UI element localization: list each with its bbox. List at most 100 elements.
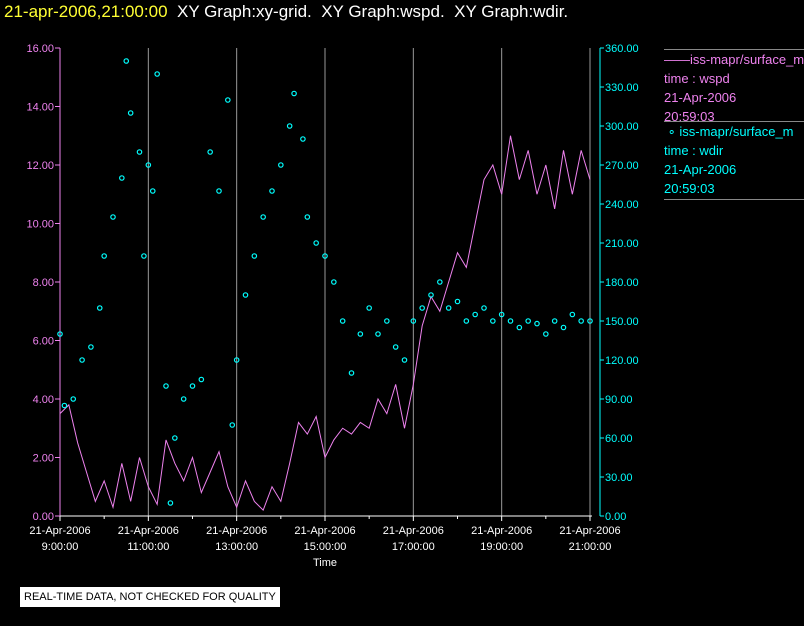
y-tick-label-right: 270.00 <box>605 160 639 172</box>
series-wdir-point <box>300 136 306 142</box>
y-tick-label-left: 0.00 <box>33 511 54 523</box>
series-wdir-point <box>251 253 258 259</box>
x-axis-label: Time <box>313 557 337 569</box>
series-wdir-point <box>149 188 156 194</box>
series-wdir-point <box>331 279 337 285</box>
series-wdir-point <box>189 383 196 389</box>
legend-field: time : wspd <box>664 71 730 86</box>
y-tick-label-right: 120.00 <box>605 355 639 367</box>
series-wdir-point <box>445 305 452 311</box>
x-tick-label-time: 11:00:00 <box>127 541 169 553</box>
x-tick-label-time: 13:00:00 <box>215 541 258 553</box>
series-wdir-point <box>543 331 549 337</box>
series-wdir-point <box>463 318 470 324</box>
series-wdir-point <box>472 311 478 318</box>
series-wdir-point <box>216 188 222 194</box>
x-tick-label-date: 21-Apr-2006 <box>206 525 267 537</box>
series-wdir-point <box>313 240 319 246</box>
series-wdir-point <box>516 324 523 331</box>
series-wdir-point <box>401 357 408 363</box>
circle-marker-icon: ∘ <box>664 124 680 139</box>
y-tick-label-right: 360.00 <box>605 43 639 55</box>
series-wdir-point <box>119 175 125 181</box>
legend-wdir: ∘ iss-mapr/surface_m time : wdir 21-Apr-… <box>664 121 804 200</box>
series-wdir-point <box>154 71 160 77</box>
y-tick-label-right: 180.00 <box>605 277 639 289</box>
legend-series-name: iss-mapr/surface_m <box>679 124 794 139</box>
series-wdir-point <box>384 318 390 324</box>
legend-wspd: ——iss-mapr/surface_m time : wspd 21-Apr-… <box>664 49 804 126</box>
x-tick-label-date: 21-Apr-2006 <box>294 525 355 537</box>
series-wdir-point <box>167 500 174 506</box>
series-wdir-point <box>172 435 178 441</box>
y-tick-label-left: 10.00 <box>26 219 54 231</box>
series-wdir-point <box>578 318 584 324</box>
series-wdir-point <box>229 422 236 428</box>
series-wdir-point <box>88 344 94 350</box>
series-wdir-point <box>198 376 205 383</box>
series-wdir-point <box>348 370 355 376</box>
y-tick-label-left: 8.00 <box>33 277 54 289</box>
legend-date: 21-Apr-2006 <box>664 90 737 105</box>
series-wdir-point <box>357 331 364 337</box>
series-wdir-point <box>110 214 116 220</box>
series-wdir-point <box>481 305 487 311</box>
y-tick-label-right: 60.00 <box>605 433 633 445</box>
y-tick-label-right: 240.00 <box>605 199 639 211</box>
series-wdir-point <box>291 90 297 97</box>
series-wdir-point <box>304 214 311 220</box>
y-tick-label-right: 300.00 <box>605 121 639 133</box>
x-tick-label-date: 21-Apr-2006 <box>383 525 444 537</box>
y-tick-label-left: 14.00 <box>26 102 54 114</box>
x-tick-label-time: 19:00:00 <box>480 541 523 553</box>
y-tick-label-left: 6.00 <box>33 336 54 348</box>
series-wdir-point <box>180 396 187 402</box>
series-wdir-point <box>123 58 130 64</box>
y-tick-label-right: 30.00 <box>605 472 633 484</box>
quality-note: REAL-TIME DATA, NOT CHECKED FOR QUALITY <box>20 587 280 607</box>
series-wdir-point <box>375 331 381 337</box>
y-tick-label-right: 330.00 <box>605 82 639 94</box>
y-tick-label-left: 2.00 <box>33 453 54 465</box>
series-wdir-point <box>551 318 558 324</box>
series-wdir-point <box>560 324 567 331</box>
series-wdir-point <box>163 383 169 389</box>
series-wdir-point <box>260 214 266 220</box>
series-wdir-point <box>507 318 514 324</box>
series-wdir-point <box>269 188 275 194</box>
series-wdir-point <box>101 253 107 259</box>
series-wdir-point <box>286 123 293 129</box>
y-tick-label-right: 210.00 <box>605 238 639 250</box>
series-wdir-point <box>278 162 284 168</box>
series-wdir-point <box>141 253 147 259</box>
x-tick-label-date: 21-Apr-2006 <box>471 525 532 537</box>
legend-field: time : wdir <box>664 143 724 158</box>
x-tick-label-date: 21-Apr-2006 <box>118 525 179 537</box>
series-wdir-point <box>525 318 531 324</box>
series-wdir-point <box>61 402 68 409</box>
series-wdir-point <box>136 149 143 155</box>
line-marker-icon: —— <box>664 52 690 67</box>
series-wdir-point <box>437 279 443 285</box>
series-wdir-point <box>96 305 103 311</box>
y-tick-label-left: 4.00 <box>33 394 54 406</box>
series-wdir-point <box>454 298 461 305</box>
series-wdir-point <box>534 320 540 327</box>
y-tick-label-left: 12.00 <box>26 160 54 172</box>
series-wdir-point <box>225 97 231 103</box>
legend-time: 20:59:03 <box>664 181 715 196</box>
x-tick-label-time: 17:00:00 <box>392 541 435 553</box>
series-wdir-point <box>366 305 372 311</box>
series-wdir-point <box>127 110 134 116</box>
series-wdir-point <box>419 305 425 311</box>
series-wdir-point <box>207 149 213 155</box>
series-wdir-point <box>569 311 576 318</box>
y-tick-label-left: 16.00 <box>26 43 54 55</box>
x-tick-label-time: 9:00:00 <box>42 541 79 553</box>
legend-series-name: iss-mapr/surface_m <box>690 52 804 67</box>
x-tick-label-time: 15:00:00 <box>304 541 347 553</box>
x-tick-label-date: 21-Apr-2006 <box>559 525 620 537</box>
series-wdir-point <box>339 318 346 324</box>
legend-date: 21-Apr-2006 <box>664 162 737 177</box>
y-tick-label-right: 90.00 <box>605 394 633 406</box>
